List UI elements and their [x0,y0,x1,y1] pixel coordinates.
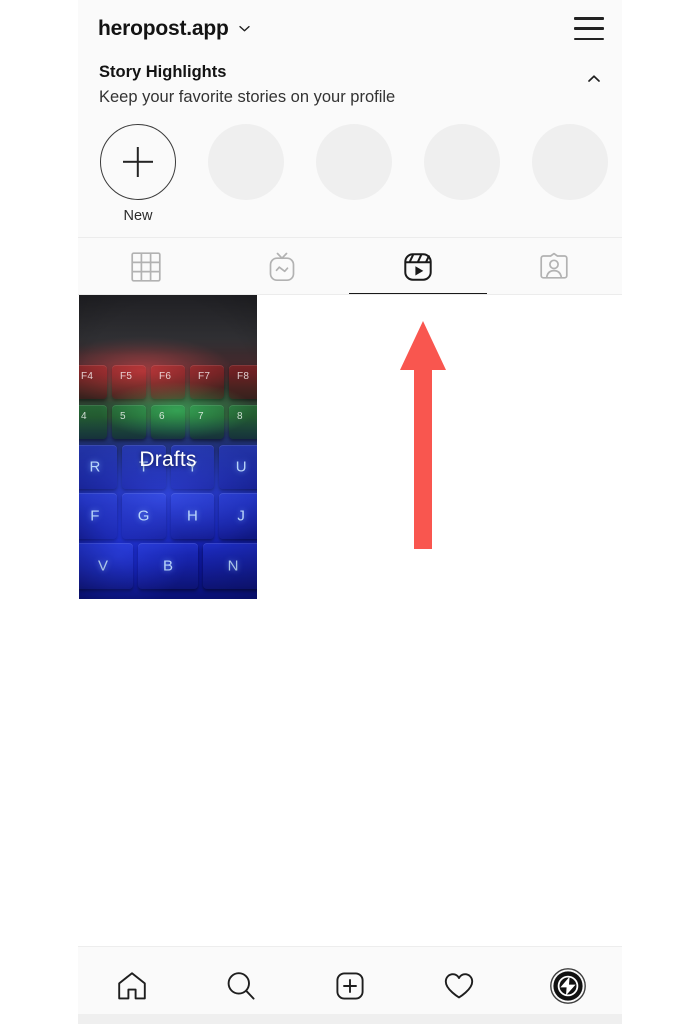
bottom-navigation-bar [78,946,622,1024]
highlight-placeholder[interactable] [315,123,393,200]
bottom-edge-strip [78,1014,622,1024]
plus-square-icon [334,970,366,1002]
phone-viewport: heropost.app Story Highlights Keep your … [78,0,622,1024]
activity-nav-button[interactable] [404,970,513,1002]
profile-nav-button[interactable] [513,967,622,1005]
reels-tab[interactable] [349,238,487,296]
home-icon [116,970,148,1002]
annotation-arrow-up [399,321,447,549]
drafts-label: Drafts [139,448,197,472]
create-nav-button[interactable] [296,970,405,1002]
igtv-icon [266,251,298,283]
reels-draft-thumbnail[interactable]: F4 F5 F6 F7 F8 4 5 6 7 8 R T Y U F [79,295,257,600]
search-nav-button[interactable] [187,970,296,1002]
highlight-circle[interactable] [316,123,392,200]
reels-icon [402,251,434,283]
story-highlights-subtitle: Keep your favorite stories on your profi… [99,87,396,106]
story-highlights-list: New [78,109,622,224]
story-highlights-section: Story Highlights Keep your favorite stor… [78,56,622,239]
heart-icon [443,970,475,1002]
highlight-circle[interactable] [532,123,608,200]
chevron-up-icon[interactable] [586,71,602,87]
tagged-tab[interactable] [486,238,622,295]
search-icon [225,970,257,1002]
chevron-down-icon[interactable] [238,22,251,35]
profile-tab-bar [78,238,622,296]
hamburger-line [574,27,604,30]
grid-icon [131,252,161,282]
hamburger-menu-icon[interactable] [574,16,604,40]
top-bar: heropost.app [78,0,622,56]
profile-avatar-icon [549,967,587,1005]
username-dropdown[interactable]: heropost.app [98,18,251,39]
highlight-placeholder[interactable] [531,123,609,200]
plus-icon[interactable] [100,123,176,200]
reels-grid: F4 F5 F6 F7 F8 4 5 6 7 8 R T Y U F [78,295,622,946]
hamburger-line [574,37,604,40]
story-highlights-title: Story Highlights [99,63,227,81]
home-nav-button[interactable] [78,970,187,1002]
highlight-placeholder[interactable] [423,123,501,200]
grid-tab[interactable] [78,238,214,295]
highlight-circle[interactable] [208,123,284,200]
highlight-placeholder[interactable] [207,123,285,200]
highlight-circle[interactable] [424,123,500,200]
hamburger-line [574,17,604,20]
igtv-tab[interactable] [214,238,350,295]
highlight-new-button[interactable]: New [99,123,177,224]
highlight-label: New [123,207,153,224]
story-highlights-text: Story Highlights Keep your favorite stor… [99,62,586,109]
story-highlights-header: Story Highlights Keep your favorite stor… [78,56,622,109]
tagged-person-icon [539,252,569,282]
page-title: heropost.app [98,16,229,40]
